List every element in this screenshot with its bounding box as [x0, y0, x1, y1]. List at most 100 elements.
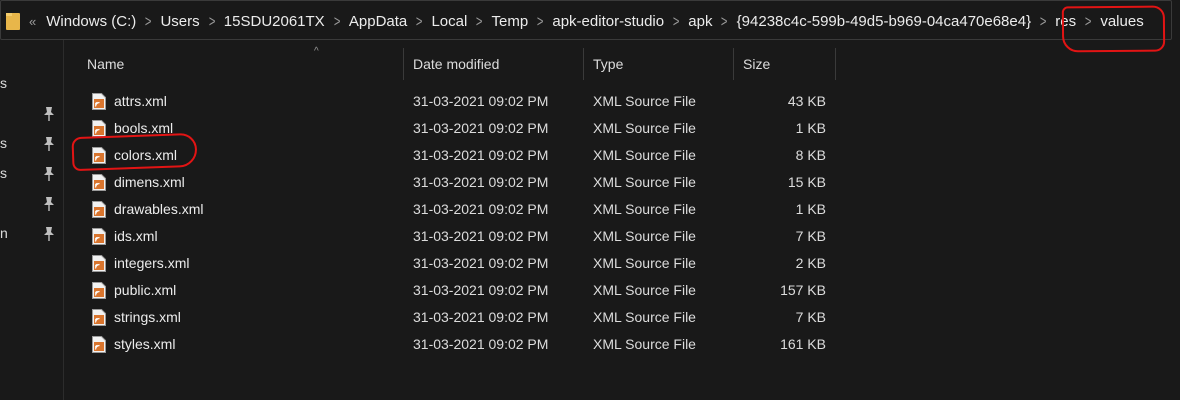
- chevron-right-icon[interactable]: >: [719, 12, 730, 30]
- column-divider[interactable]: [835, 48, 836, 80]
- breadcrumb-apk-editor-studio[interactable]: apk-editor-studio: [547, 13, 669, 30]
- folder-icon: [6, 13, 20, 30]
- nav-item-label[interactable]: s: [0, 75, 10, 91]
- file-size: 157 KB: [780, 282, 826, 298]
- file-date: 31-03-2021 09:02 PM: [413, 201, 549, 217]
- file-date: 31-03-2021 09:02 PM: [413, 309, 549, 325]
- column-header-name[interactable]: Name: [77, 48, 403, 80]
- file-date: 31-03-2021 09:02 PM: [413, 255, 549, 271]
- xml-file-icon: [92, 93, 106, 110]
- chevron-right-icon[interactable]: >: [206, 12, 217, 30]
- file-row[interactable]: attrs.xml 31-03-2021 09:02 PM XML Source…: [77, 88, 837, 115]
- file-row[interactable]: public.xml 31-03-2021 09:02 PM XML Sourc…: [77, 277, 837, 304]
- breadcrumb-overflow-button[interactable]: «: [29, 14, 36, 29]
- file-row[interactable]: integers.xml 31-03-2021 09:02 PM XML Sou…: [77, 250, 837, 277]
- file-name: bools.xml: [114, 120, 174, 136]
- breadcrumb-users[interactable]: Users: [155, 13, 204, 30]
- file-name: attrs.xml: [114, 93, 167, 109]
- breadcrumb-local[interactable]: Local: [426, 13, 472, 30]
- chevron-right-icon[interactable]: >: [671, 12, 682, 30]
- breadcrumb-values[interactable]: values: [1095, 13, 1148, 30]
- file-size: 7 KB: [795, 228, 826, 244]
- file-type: XML Source File: [593, 147, 696, 163]
- breadcrumb-appdata[interactable]: AppData: [344, 13, 412, 30]
- xml-file-icon: [92, 336, 106, 353]
- file-name: integers.xml: [114, 255, 190, 271]
- file-row[interactable]: ids.xml 31-03-2021 09:02 PM XML Source F…: [77, 223, 837, 250]
- file-size: 15 KB: [787, 174, 826, 190]
- file-type: XML Source File: [593, 282, 696, 298]
- chevron-right-icon[interactable]: >: [474, 12, 485, 30]
- breadcrumb-temp[interactable]: Temp: [487, 13, 534, 30]
- chevron-right-icon[interactable]: >: [143, 12, 154, 30]
- file-date: 31-03-2021 09:02 PM: [413, 282, 549, 298]
- file-type: XML Source File: [593, 120, 696, 136]
- file-row[interactable]: dimens.xml 31-03-2021 09:02 PM XML Sourc…: [77, 169, 837, 196]
- file-size: 2 KB: [795, 255, 826, 271]
- file-size: 1 KB: [795, 120, 826, 136]
- file-name: colors.xml: [114, 147, 178, 163]
- xml-file-icon: [92, 174, 106, 191]
- navigation-pane: s s s n: [0, 40, 64, 400]
- breadcrumb-res[interactable]: res: [1050, 13, 1081, 30]
- file-type: XML Source File: [593, 228, 696, 244]
- xml-file-icon: [92, 255, 106, 272]
- file-name: strings.xml: [114, 309, 181, 325]
- breadcrumb-apk[interactable]: apk: [683, 13, 717, 30]
- file-row[interactable]: strings.xml 31-03-2021 09:02 PM XML Sour…: [77, 304, 837, 331]
- file-date: 31-03-2021 09:02 PM: [413, 174, 549, 190]
- file-name: public.xml: [114, 282, 177, 298]
- pin-icon[interactable]: [42, 226, 56, 242]
- column-header-size[interactable]: Size: [733, 48, 835, 80]
- file-type: XML Source File: [593, 174, 696, 190]
- xml-file-icon: [92, 201, 106, 218]
- file-name: dimens.xml: [114, 174, 185, 190]
- file-name: drawables.xml: [114, 201, 204, 217]
- file-date: 31-03-2021 09:02 PM: [413, 336, 549, 352]
- xml-file-icon: [92, 147, 106, 164]
- file-size: 1 KB: [795, 201, 826, 217]
- file-date: 31-03-2021 09:02 PM: [413, 228, 549, 244]
- file-type: XML Source File: [593, 93, 696, 109]
- file-row[interactable]: styles.xml 31-03-2021 09:02 PM XML Sourc…: [77, 331, 837, 358]
- breadcrumb-guid-folder[interactable]: {94238c4c-599b-49d5-b969-04ca470e68e4}: [732, 13, 1036, 30]
- chevron-right-icon[interactable]: >: [1083, 12, 1094, 30]
- chevron-right-icon[interactable]: >: [331, 12, 342, 30]
- file-row[interactable]: drawables.xml 31-03-2021 09:02 PM XML So…: [77, 196, 837, 223]
- file-type: XML Source File: [593, 255, 696, 271]
- file-date: 31-03-2021 09:02 PM: [413, 147, 549, 163]
- file-type: XML Source File: [593, 336, 696, 352]
- file-size: 8 KB: [795, 147, 826, 163]
- file-date: 31-03-2021 09:02 PM: [413, 93, 549, 109]
- breadcrumb: « Windows (C:) > Users > 15SDU2061TX > A…: [29, 1, 1149, 41]
- xml-file-icon: [92, 309, 106, 326]
- column-header: ^ Name Date modified Type Size: [77, 46, 837, 80]
- nav-item-label[interactable]: s: [0, 135, 10, 151]
- file-row[interactable]: bools.xml 31-03-2021 09:02 PM XML Source…: [77, 115, 837, 142]
- column-header-date[interactable]: Date modified: [403, 48, 583, 80]
- address-bar[interactable]: « Windows (C:) > Users > 15SDU2061TX > A…: [0, 0, 1172, 40]
- xml-file-icon: [92, 282, 106, 299]
- column-header-type[interactable]: Type: [583, 48, 733, 80]
- file-type: XML Source File: [593, 309, 696, 325]
- file-name: ids.xml: [114, 228, 158, 244]
- file-type: XML Source File: [593, 201, 696, 217]
- file-size: 161 KB: [780, 336, 826, 352]
- pin-icon[interactable]: [42, 166, 56, 182]
- pin-icon[interactable]: [42, 136, 56, 152]
- chevron-right-icon[interactable]: >: [535, 12, 546, 30]
- pin-icon[interactable]: [42, 106, 56, 122]
- xml-file-icon: [92, 120, 106, 137]
- breadcrumb-user-folder[interactable]: 15SDU2061TX: [219, 13, 330, 30]
- chevron-right-icon[interactable]: >: [1038, 12, 1049, 30]
- file-size: 7 KB: [795, 309, 826, 325]
- xml-file-icon: [92, 228, 106, 245]
- file-row[interactable]: colors.xml 31-03-2021 09:02 PM XML Sourc…: [71, 132, 837, 172]
- pin-icon[interactable]: [42, 196, 56, 212]
- breadcrumb-windows-c[interactable]: Windows (C:): [41, 13, 141, 30]
- file-date: 31-03-2021 09:02 PM: [413, 120, 549, 136]
- chevron-right-icon[interactable]: >: [414, 12, 425, 30]
- nav-item-label[interactable]: s: [0, 165, 10, 181]
- file-size: 43 KB: [787, 93, 826, 109]
- nav-item-label[interactable]: n: [0, 225, 10, 241]
